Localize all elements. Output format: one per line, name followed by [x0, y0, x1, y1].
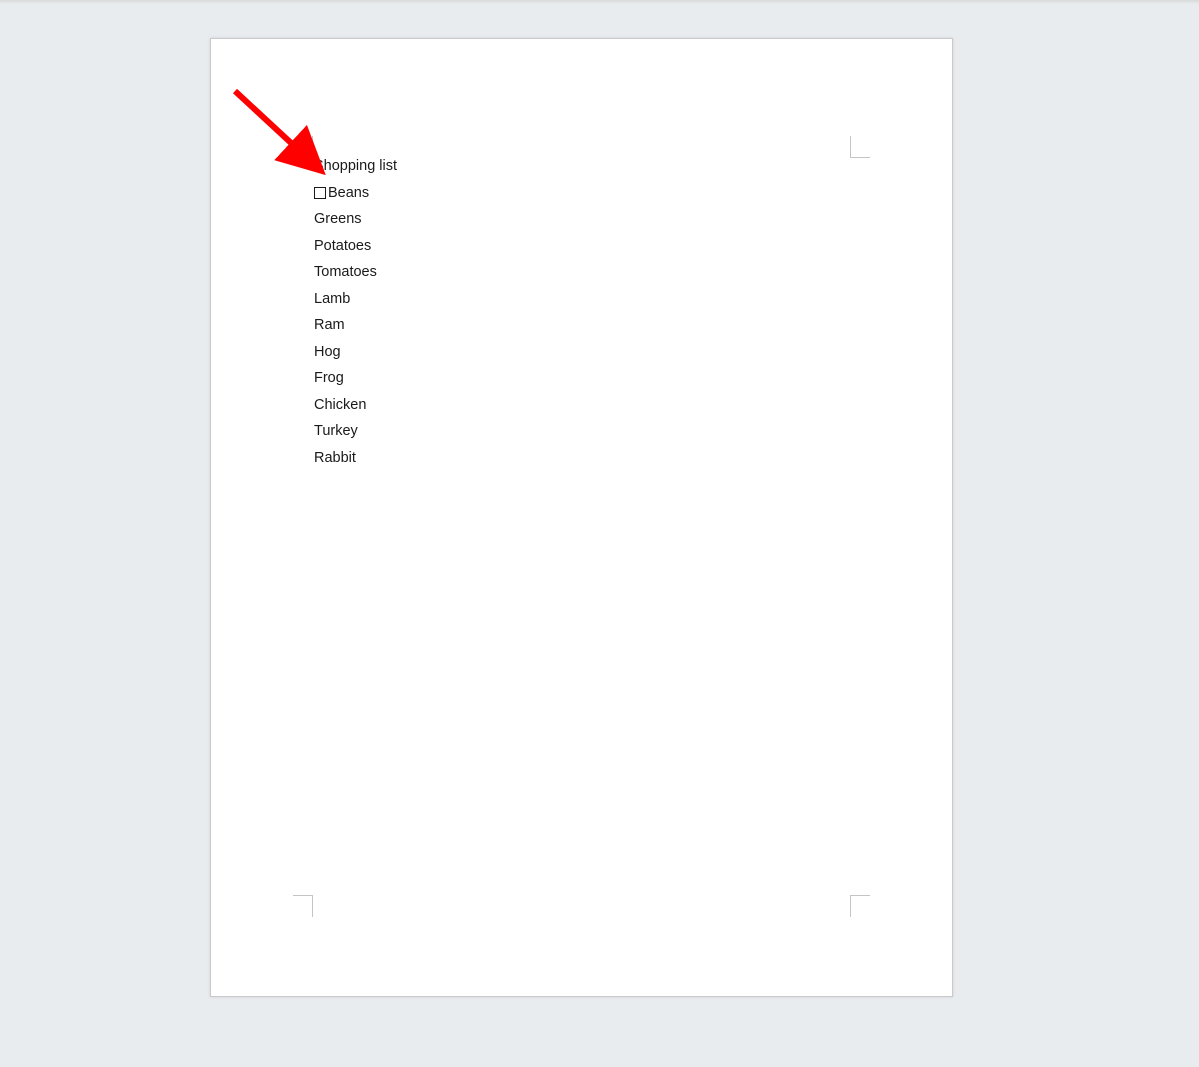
list-item-label: Lamb — [314, 292, 350, 307]
list-item[interactable]: Chicken — [314, 398, 849, 413]
list-item-label: Beans — [328, 186, 369, 201]
list-item[interactable]: Hog — [314, 345, 849, 360]
list-item[interactable]: Greens — [314, 212, 849, 227]
margin-guide-top-left — [293, 136, 313, 158]
list-item[interactable]: Turkey — [314, 424, 849, 439]
list-item-label: Turkey — [314, 424, 358, 439]
list-item-label: Ram — [314, 318, 345, 333]
checkbox-icon[interactable] — [314, 187, 326, 199]
list-item-label: Rabbit — [314, 451, 356, 466]
document-body[interactable]: Shopping list Beans Greens Potatoes Tomatoe… — [314, 159, 849, 477]
document-page[interactable]: Shopping list Beans Greens Potatoes Tomatoe… — [210, 38, 953, 997]
list-item-label: Tomatoes — [314, 265, 377, 280]
list-item[interactable]: Frog — [314, 371, 849, 386]
list-item-label: Chicken — [314, 398, 366, 413]
list-item-label: Greens — [314, 212, 362, 227]
margin-guide-bottom-right — [850, 895, 870, 917]
list-item[interactable]: Ram — [314, 318, 849, 333]
margin-guide-bottom-left — [293, 895, 313, 917]
list-item[interactable]: Tomatoes — [314, 265, 849, 280]
list-item[interactable]: Beans — [314, 186, 849, 201]
list-item-label: Frog — [314, 371, 344, 386]
margin-guide-top-right — [850, 136, 870, 158]
list-item[interactable]: Rabbit — [314, 451, 849, 466]
app-top-edge — [0, 0, 1199, 4]
list-item-label: Hog — [314, 345, 341, 360]
shopping-list[interactable]: Beans Greens Potatoes Tomatoes Lamb Ram Hog Fro… — [314, 186, 849, 466]
list-item[interactable]: Lamb — [314, 292, 849, 307]
document-title[interactable]: Shopping list — [314, 159, 849, 174]
list-item-label: Potatoes — [314, 239, 371, 254]
list-item[interactable]: Potatoes — [314, 239, 849, 254]
